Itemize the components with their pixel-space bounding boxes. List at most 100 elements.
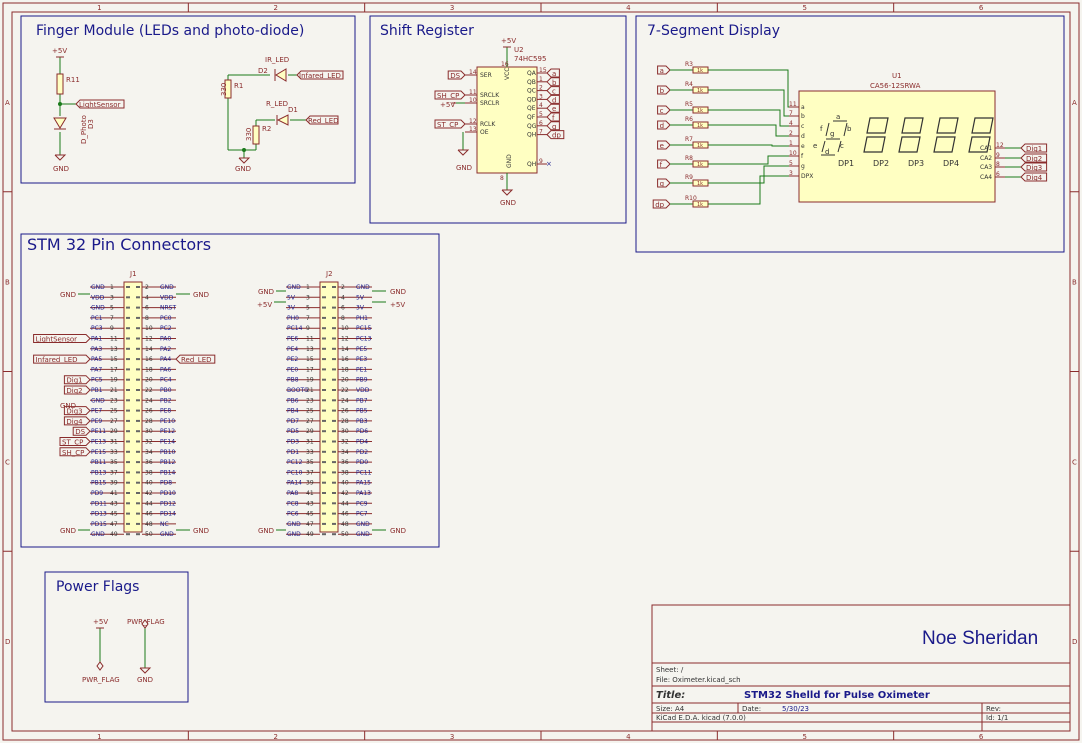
- pin-name: PE15: [91, 449, 106, 456]
- pin-name: a: [801, 104, 805, 111]
- pin-number: 27: [110, 418, 118, 425]
- resistor-value: 1k: [697, 108, 703, 114]
- net-label-text: g: [552, 123, 556, 131]
- pin-name: PC11: [356, 469, 372, 476]
- pin-contact: [126, 502, 130, 505]
- pin-name: PB10: [160, 449, 176, 456]
- pin-name: PC10: [287, 469, 303, 476]
- pin-name: BOOT0: [287, 387, 308, 394]
- no-connect-mark: ×: [546, 160, 552, 168]
- net-label-text: SH_CP: [437, 92, 459, 100]
- pin-contact: [136, 512, 140, 515]
- pin-number: 11: [110, 336, 118, 343]
- pin-name: PE1: [356, 366, 367, 373]
- id-label: Id: 1/1: [986, 714, 1008, 722]
- pin-name: e: [801, 143, 805, 150]
- pin-name: GND: [356, 284, 370, 291]
- ic-value: 74HC595: [514, 55, 546, 63]
- d2-value: IR_LED: [265, 56, 289, 64]
- pin-name: GND: [356, 531, 370, 538]
- column-marker: 5: [803, 4, 807, 12]
- pin-number: 39: [110, 480, 118, 487]
- pin-number: 20: [341, 377, 349, 384]
- pin-name: GND: [160, 531, 174, 538]
- net-label-red-led: Red_LED: [305, 115, 339, 125]
- net-label-infared-led: Infared_LED: [33, 354, 91, 364]
- pin-name: QB: [527, 79, 536, 86]
- pin-number: 48: [145, 521, 153, 528]
- pin-contact: [126, 512, 130, 515]
- gnd-label: GND: [390, 527, 406, 535]
- pin-name: CA1: [980, 145, 992, 152]
- title-block: Noe Sheridan Sheet: / File: Oximeter.kic…: [651, 604, 1071, 732]
- pin-contact: [322, 327, 326, 330]
- pin-number: 28: [341, 418, 349, 425]
- vcc-label: +5V: [93, 618, 108, 626]
- vcc-label: +5V: [390, 301, 405, 309]
- pin-number: 9: [110, 325, 114, 332]
- pin-name: PB15: [91, 480, 107, 487]
- vcc-label: +5V: [440, 101, 455, 109]
- pin-number: 41: [306, 490, 314, 497]
- net-label-a: a: [657, 65, 671, 75]
- pin-name: PD8: [160, 480, 172, 487]
- pin-name: PD6: [356, 428, 368, 435]
- pin-contact: [136, 337, 140, 340]
- pin-name: GND: [160, 284, 174, 291]
- pin-name: PC13: [356, 336, 372, 343]
- pin-contact: [126, 306, 130, 309]
- pin-number: 40: [341, 480, 349, 487]
- pin-name: PD3: [287, 439, 299, 446]
- pin-number: 41: [110, 490, 118, 497]
- ground-symbol: [501, 189, 514, 196]
- pin-number: 38: [145, 469, 153, 476]
- pin-name: PA0: [160, 336, 171, 343]
- net-label-text: Dig4: [66, 418, 83, 426]
- pin-name: NRST: [160, 305, 176, 312]
- column-marker: 1: [97, 733, 101, 741]
- pin-name: PA4: [160, 356, 171, 363]
- net-label-text: d: [552, 96, 556, 104]
- gnd-label: GND: [258, 527, 274, 535]
- net-label-text: ST_CP: [62, 439, 83, 447]
- pin-name: PE2: [287, 356, 298, 363]
- net-label-text: Dig3: [1026, 164, 1042, 172]
- pin-number: 31: [306, 439, 314, 446]
- pin-contact: [126, 389, 130, 391]
- pin-contact: [136, 440, 140, 443]
- svg-text:Infared_LED: Infared_LED: [299, 72, 341, 80]
- pin-number: 2: [341, 284, 345, 291]
- gnd-label: GND: [500, 199, 516, 207]
- pin-contact: [136, 533, 140, 536]
- pin-name: PC4: [160, 377, 172, 384]
- pin-name: PE5: [356, 346, 367, 353]
- pin-contact: [332, 502, 336, 505]
- pin-number: 49: [306, 531, 314, 538]
- pin-contact: [126, 316, 130, 319]
- pin-number: 44: [341, 500, 349, 507]
- net-label-b: b: [546, 77, 560, 87]
- pin-name: GND: [506, 154, 513, 168]
- net-label-st_cp: ST_CP: [434, 119, 466, 129]
- pin-contact: [126, 430, 130, 433]
- pin-contact: [332, 512, 336, 515]
- pin-number: 48: [341, 521, 349, 528]
- d1-value: R_LED: [266, 100, 288, 108]
- net-label-ds: DS: [72, 426, 91, 436]
- pin-number: 9: [306, 325, 310, 332]
- pin-name: PB2: [160, 397, 172, 404]
- pin-name: QG: [527, 123, 537, 130]
- pin-number: 45: [110, 511, 118, 518]
- pin-name: GND: [356, 521, 370, 528]
- row-marker: D: [1072, 638, 1077, 646]
- row-marker: D: [5, 638, 10, 646]
- pin-name: DPX: [801, 173, 813, 180]
- pin-number: 30: [145, 428, 153, 435]
- pin-name: PD14: [160, 511, 176, 518]
- pin-number: 4: [789, 120, 793, 127]
- pin-contact: [126, 368, 130, 371]
- net-label-text: e: [660, 142, 664, 150]
- pin-name: PC8: [287, 500, 299, 507]
- pin-contact: [332, 430, 336, 433]
- pin-name: PE8: [160, 408, 171, 415]
